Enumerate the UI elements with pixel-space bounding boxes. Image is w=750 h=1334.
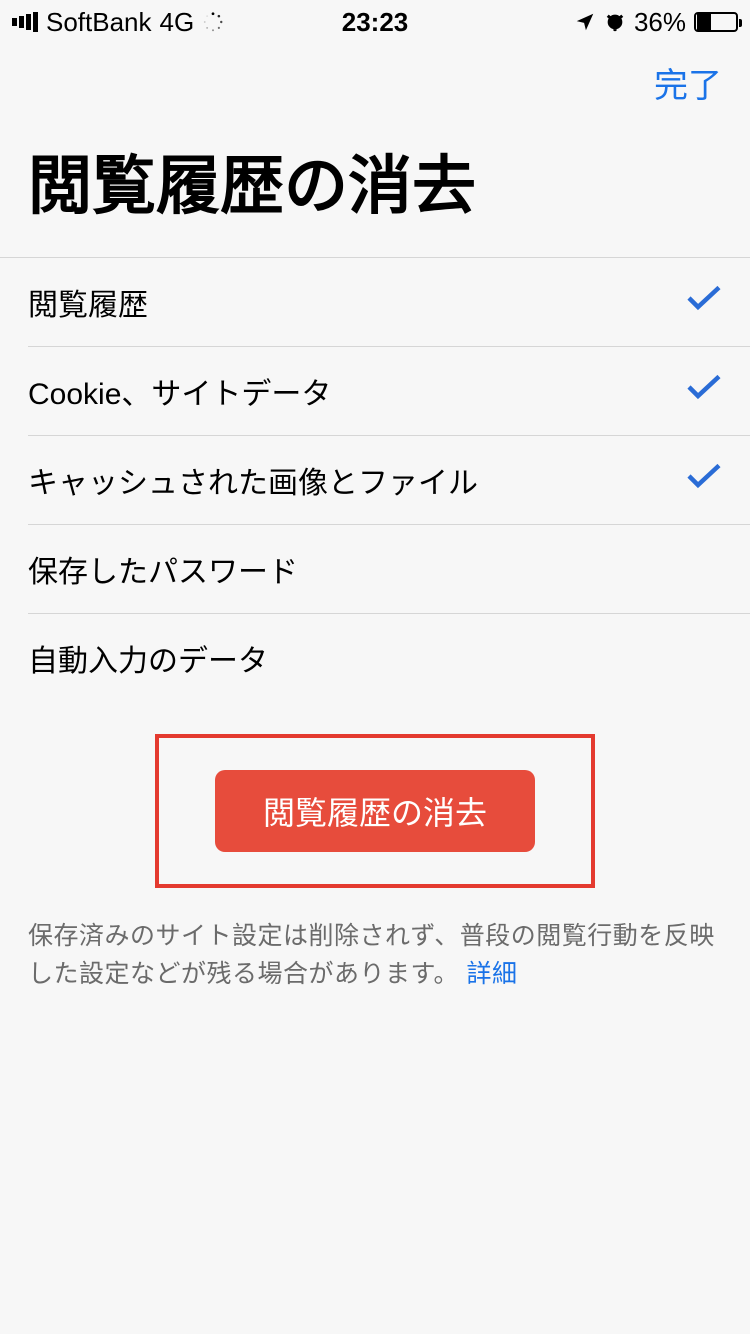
page-title: 閲覧履歴の消去 [0, 117, 750, 258]
check-icon [686, 462, 722, 498]
option-label: 閲覧履歴 [28, 280, 148, 324]
learn-more-link[interactable]: 詳細 [466, 960, 517, 988]
status-bar: SoftBank 4G 23:23 36% [0, 0, 750, 44]
option-label: Cookie、サイトデータ [28, 369, 331, 413]
option-label: 保存したパスワード [28, 547, 298, 591]
footer-note: 保存済みのサイト設定は削除されず、普段の閲覧行動を反映した設定などが残る場合があ… [0, 906, 750, 1005]
option-label: 自動入力のデータ [28, 636, 268, 680]
footer-text: 保存済みのサイト設定は削除されず、普段の閲覧行動を反映した設定などが残る場合があ… [28, 922, 715, 988]
nav-bar: 完了 [0, 44, 750, 117]
check-icon [686, 373, 722, 409]
option-cookies-site-data[interactable]: Cookie、サイトデータ [28, 347, 750, 436]
highlight-box: 閲覧履歴の消去 [155, 734, 595, 888]
option-cached-images-files[interactable]: キャッシュされた画像とファイル [28, 436, 750, 525]
check-icon [686, 284, 722, 320]
clear-browsing-data-button[interactable]: 閲覧履歴の消去 [215, 770, 535, 852]
option-browsing-history[interactable]: 閲覧履歴 [28, 258, 750, 347]
clear-options-list: 閲覧履歴 Cookie、サイトデータ キャッシュされた画像とファイル 保存したパ… [0, 258, 750, 702]
done-button[interactable]: 完了 [654, 58, 722, 107]
option-autofill-data[interactable]: 自動入力のデータ [28, 614, 750, 702]
battery-icon [694, 12, 738, 32]
option-label: キャッシュされた画像とファイル [28, 458, 478, 502]
clock: 23:23 [0, 7, 750, 38]
option-saved-passwords[interactable]: 保存したパスワード [28, 525, 750, 614]
